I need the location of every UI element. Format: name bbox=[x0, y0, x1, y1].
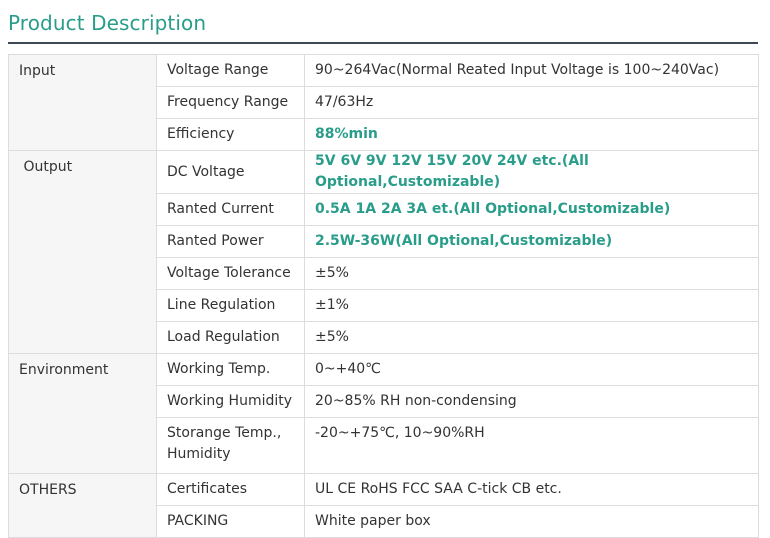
spec-table-body: Input Voltage Range 90~264Vac(Normal Rea… bbox=[8, 54, 759, 538]
row-value: 47/63Hz bbox=[304, 86, 759, 119]
row-value-highlight: 88%min bbox=[304, 118, 759, 151]
row-label: Line Regulation bbox=[156, 289, 305, 322]
row-value: 20~85% RH non-condensing bbox=[304, 385, 759, 418]
group-label-others: OTHERS bbox=[8, 473, 157, 538]
row-value: ±1% bbox=[304, 289, 759, 322]
table-row: Environment Working Temp. 0~+40℃ bbox=[8, 353, 759, 474]
row-label: Frequency Range bbox=[156, 86, 305, 119]
row-value-highlight: 0.5A 1A 2A 3A et.(All Optional,Customiza… bbox=[304, 193, 759, 226]
row-label: Ranted Power bbox=[156, 225, 305, 258]
row-value: 90~264Vac(Normal Reated Input Voltage is… bbox=[304, 54, 759, 87]
table-row: Output DC Voltage 5V 6V 9V 12V 15V 20V 2… bbox=[8, 150, 759, 354]
page-title: Product Description bbox=[8, 11, 207, 35]
row-value-highlight: 5V 6V 9V 12V 15V 20V 24V etc.(All Option… bbox=[304, 150, 759, 194]
title-divider bbox=[8, 42, 758, 44]
row-value: ±5% bbox=[304, 321, 759, 354]
table-row: Input Voltage Range 90~264Vac(Normal Rea… bbox=[8, 54, 759, 151]
row-value: 0~+40℃ bbox=[304, 353, 759, 386]
row-label: Certificates bbox=[156, 473, 305, 506]
group-label-output: Output bbox=[8, 150, 157, 354]
row-value: -20~+75℃, 10~90%RH bbox=[304, 417, 759, 474]
row-value: UL CE RoHS FCC SAA C-tick CB etc. bbox=[304, 473, 759, 506]
table-row: OTHERS Certificates UL CE RoHS FCC SAA C… bbox=[8, 473, 759, 538]
row-label: Voltage Range bbox=[156, 54, 305, 87]
row-label: Ranted Current bbox=[156, 193, 305, 226]
row-label: Voltage Tolerance bbox=[156, 257, 305, 290]
group-label-environment: Environment bbox=[8, 353, 157, 474]
row-label: Efficiency bbox=[156, 118, 305, 151]
row-label: Working Humidity bbox=[156, 385, 305, 418]
row-value-highlight: 2.5W-36W(All Optional,Customizable) bbox=[304, 225, 759, 258]
row-label: Load Regulation bbox=[156, 321, 305, 354]
row-label: Working Temp. bbox=[156, 353, 305, 386]
group-label-input: Input bbox=[8, 54, 157, 151]
row-label: DC Voltage bbox=[156, 150, 305, 194]
row-value: White paper box bbox=[304, 505, 759, 538]
row-label: PACKING bbox=[156, 505, 305, 538]
spec-table: Input Voltage Range 90~264Vac(Normal Rea… bbox=[8, 54, 759, 538]
row-label: Storange Temp., Humidity bbox=[156, 417, 305, 474]
row-value: ±5% bbox=[304, 257, 759, 290]
